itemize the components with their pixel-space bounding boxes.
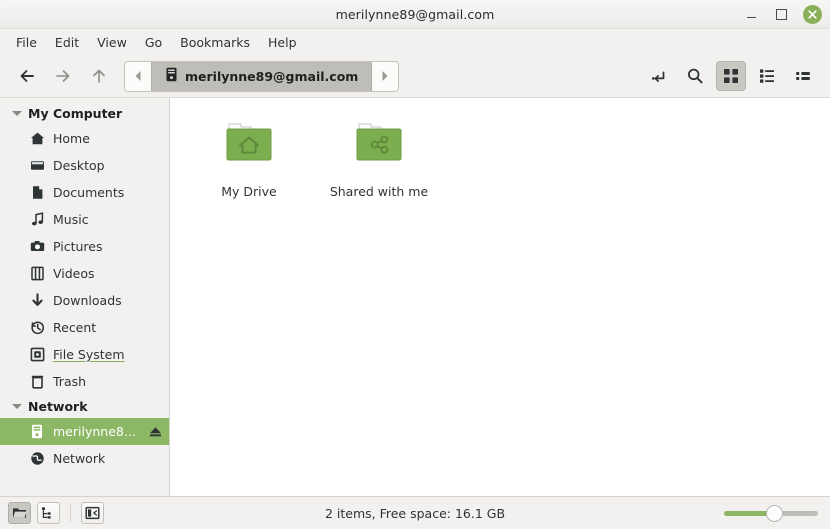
sidebar-item-label: Network [53,451,106,466]
status-bar-buttons [8,502,104,524]
server-icon [165,67,178,85]
film-icon [29,266,45,282]
sidebar-group-label: Network [28,399,88,414]
zoom-slider[interactable] [724,505,818,522]
breadcrumb-merilynne[interactable]: merilynne89@gmail.com [151,61,373,91]
status-text: 2 items, Free space: 16.1 GB [324,505,506,521]
sidebar-item-label: File System [53,347,125,362]
file-manager-window: merilynne89@gmail.com File Edit View Go … [0,0,830,529]
sidebar-item-label: Trash [53,374,87,389]
list-view-button[interactable] [752,61,782,91]
download-arrow-icon [29,293,45,309]
close-icon[interactable] [803,5,822,24]
sidebar-item-network[interactable]: Network [0,445,169,472]
sidebar-item-merilynne[interactable]: merilynne8… [0,418,169,445]
sidebar-item-recent[interactable]: Recent [0,314,169,341]
document-icon [29,185,45,201]
sidebar-toggle-icon[interactable] [81,502,104,524]
toolbar-view-buttons [644,61,822,91]
menu-view[interactable]: View [89,32,135,53]
icon-view-button[interactable] [716,61,746,91]
sidebar-item-trash[interactable]: Trash [0,368,169,395]
menu-bar: File Edit View Go Bookmarks Help [0,29,830,55]
menu-bookmarks[interactable]: Bookmarks [172,32,258,53]
path-scroll-right-icon[interactable] [372,61,399,91]
menu-help[interactable]: Help [260,32,305,53]
window-body: My Computer Home Desktop Documents Music… [0,98,830,496]
sidebar-item-label: Home [53,131,90,146]
sidebar-item-videos[interactable]: Videos [0,260,169,287]
navigation-buttons [8,63,112,89]
sidebar-item-downloads[interactable]: Downloads [0,287,169,314]
tree-icon[interactable] [37,502,60,524]
sidebar-item-label: Videos [53,266,95,281]
sidebar-item-label: Documents [53,185,125,200]
file-item-my-drive[interactable]: My Drive [184,112,314,205]
file-label: My Drive [221,184,277,199]
desktop-icon [29,158,45,174]
breadcrumb-label: merilynne89@gmail.com [185,68,359,84]
folder-home-icon [217,118,281,176]
file-view: My Drive Shared with me [170,98,830,496]
file-item-shared-with-me[interactable]: Shared with me [314,112,444,205]
path-entry-icon[interactable] [644,61,674,91]
search-icon[interactable] [680,61,710,91]
sidebar: My Computer Home Desktop Documents Music… [0,98,170,496]
minimize-icon[interactable] [743,6,760,23]
folder-open-icon[interactable] [8,502,31,524]
camera-icon [29,239,45,255]
music-note-icon [29,212,45,228]
globe-icon [29,451,45,467]
menu-go[interactable]: Go [137,32,170,53]
sidebar-group-network[interactable]: Network [0,395,169,418]
path-bar: merilynne89@gmail.com [124,60,400,92]
forward-arrow-icon[interactable] [50,63,76,89]
zoom-slider-handle[interactable] [766,505,784,522]
file-label: Shared with me [329,184,429,199]
sidebar-item-documents[interactable]: Documents [0,179,169,206]
clock-history-icon [29,320,45,336]
window-title: merilynne89@gmail.com [335,6,495,22]
disk-icon [29,347,45,363]
zoom-control [724,505,822,522]
home-icon [29,131,45,147]
back-arrow-icon[interactable] [14,63,40,89]
window-controls [743,0,822,29]
menu-file[interactable]: File [8,32,45,53]
sidebar-group-label: My Computer [28,106,123,121]
chevron-down-icon [12,111,22,116]
chevron-down-icon [12,404,22,409]
server-icon [29,424,45,440]
compact-view-button[interactable] [788,61,818,91]
eject-icon[interactable] [147,424,163,440]
sidebar-item-file-system[interactable]: File System [0,341,169,368]
menu-edit[interactable]: Edit [47,32,87,53]
maximize-icon[interactable] [773,6,790,23]
folder-share-icon [347,118,411,176]
sidebar-item-label: Downloads [53,293,122,308]
title-bar: merilynne89@gmail.com [0,0,830,29]
sidebar-group-my-computer[interactable]: My Computer [0,102,169,125]
up-arrow-icon[interactable] [86,63,112,89]
trash-icon [29,374,45,390]
sidebar-item-label: Pictures [53,239,103,254]
path-scroll-left-icon[interactable] [125,61,151,91]
status-bar: 2 items, Free space: 16.1 GB [0,496,830,529]
sidebar-item-pictures[interactable]: Pictures [0,233,169,260]
sidebar-item-label: Recent [53,320,97,335]
sidebar-item-label: merilynne8… [53,424,137,439]
status-separator [70,504,71,522]
sidebar-item-label: Desktop [53,158,105,173]
toolbar: merilynne89@gmail.com [0,55,830,98]
sidebar-item-label: Music [53,212,89,227]
sidebar-item-home[interactable]: Home [0,125,169,152]
sidebar-item-music[interactable]: Music [0,206,169,233]
sidebar-item-desktop[interactable]: Desktop [0,152,169,179]
